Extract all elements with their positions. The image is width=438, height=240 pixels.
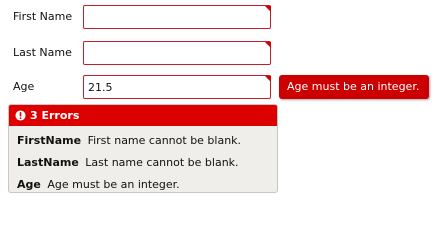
age-error-tooltip: Age must be an integer. xyxy=(279,75,430,99)
error-message: Age must be an integer. xyxy=(47,178,180,191)
validation-form: First Name Last Name Age Age must be an … xyxy=(0,0,438,205)
validation-summary: 3 Errors FirstName First name cannot be … xyxy=(8,104,278,193)
error-message: Last name cannot be blank. xyxy=(85,156,239,169)
error-field-name: Age xyxy=(17,178,41,191)
first-name-row: First Name xyxy=(0,4,438,30)
first-name-label: First Name xyxy=(13,10,73,23)
invalid-corner-icon xyxy=(265,6,271,12)
alert-circle-icon xyxy=(15,110,26,121)
error-item-age[interactable]: Age Age must be an integer. xyxy=(9,174,277,192)
last-name-row: Last Name xyxy=(0,40,438,66)
age-label: Age xyxy=(13,80,35,93)
invalid-corner-icon xyxy=(265,76,271,82)
age-input[interactable] xyxy=(83,75,271,99)
error-list: FirstName First name cannot be blank. La… xyxy=(9,126,277,192)
validation-summary-header: 3 Errors xyxy=(9,105,277,126)
error-field-name: LastName xyxy=(17,156,79,169)
error-item-first-name[interactable]: FirstName First name cannot be blank. xyxy=(9,130,277,152)
invalid-corner-icon xyxy=(265,42,271,48)
last-name-label: Last Name xyxy=(13,46,72,59)
error-message: First name cannot be blank. xyxy=(87,134,242,147)
age-row: Age Age must be an integer. xyxy=(0,74,438,100)
error-count-title: 3 Errors xyxy=(30,109,80,122)
first-name-input[interactable] xyxy=(83,5,271,29)
error-field-name: FirstName xyxy=(17,134,82,147)
error-item-last-name[interactable]: LastName Last name cannot be blank. xyxy=(9,152,277,174)
last-name-input[interactable] xyxy=(83,41,271,65)
